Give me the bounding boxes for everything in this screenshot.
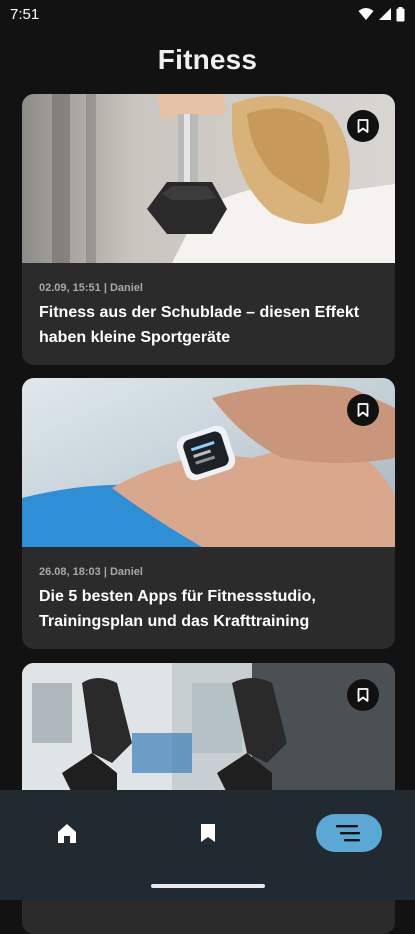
nav-feed-button[interactable] xyxy=(316,814,382,852)
page-title: Fitness xyxy=(157,44,258,75)
bookmark-icon xyxy=(357,688,369,702)
bookmark-button[interactable] xyxy=(347,394,379,426)
status-icons xyxy=(358,6,405,22)
article-image-dumbbell xyxy=(22,94,395,263)
wifi-icon xyxy=(358,8,374,20)
bookmark-icon xyxy=(357,403,369,417)
article-title[interactable]: Fitness aus der Schublade – diesen Effek… xyxy=(39,300,379,350)
home-indicator[interactable] xyxy=(151,884,265,888)
status-bar: 7:51 xyxy=(0,0,415,28)
bookmark-icon xyxy=(201,824,215,842)
article-meta: 26.08, 18:03 | Daniel xyxy=(39,566,143,578)
nav-home-button[interactable] xyxy=(48,814,86,852)
bookmark-icon xyxy=(357,119,369,133)
article-card[interactable]: 26.08, 18:03 | Daniel Die 5 besten Apps … xyxy=(22,378,395,649)
nav-bookmarks-button[interactable] xyxy=(189,814,227,852)
article-meta: 02.09, 15:51 | Daniel xyxy=(39,282,143,294)
article-title[interactable]: Die 5 besten Apps für Fitnessstudio, Tra… xyxy=(39,584,379,634)
home-icon xyxy=(58,824,76,843)
status-time: 7:51 xyxy=(10,5,40,23)
bookmark-button[interactable] xyxy=(347,679,379,711)
battery-icon xyxy=(396,6,405,21)
article-card[interactable]: 02.09, 15:51 | Daniel Fitness aus der Sc… xyxy=(22,94,395,365)
bookmark-button[interactable] xyxy=(347,110,379,142)
menu-icon xyxy=(336,825,360,842)
article-image-smartwatch xyxy=(22,378,395,547)
signal-icon xyxy=(379,8,391,20)
